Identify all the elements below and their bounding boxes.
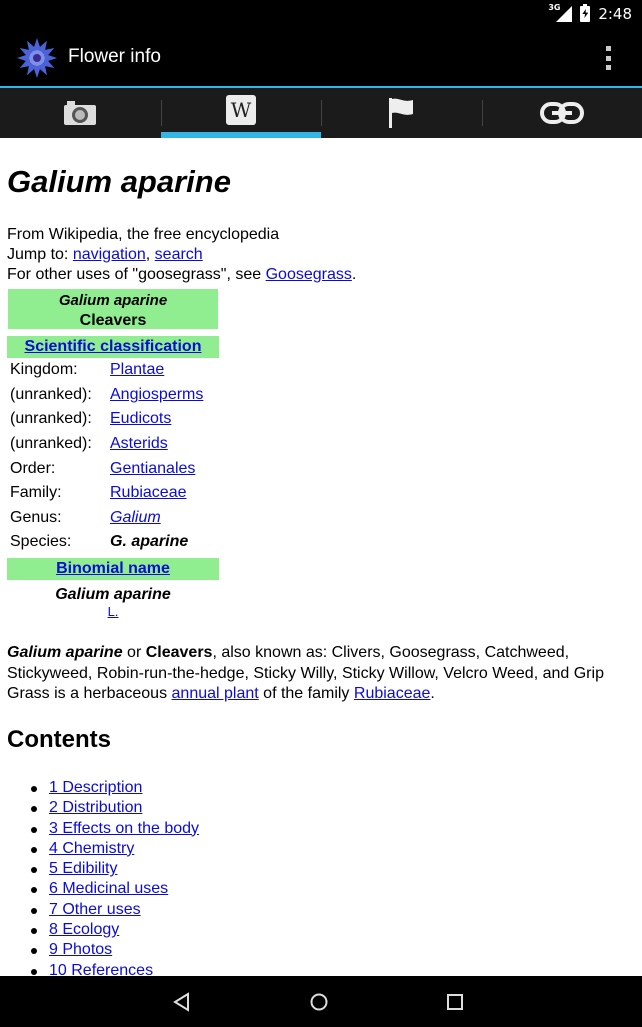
other-uses-line: For other uses of "goosegrass", see Goos… xyxy=(7,266,357,283)
binomial-name: Galium aparine xyxy=(55,585,171,603)
jump-navigation-link[interactable]: navigation xyxy=(73,246,146,263)
toc-link[interactable]: 9 Photos xyxy=(49,941,112,958)
infobox-header: Galium aparine Cleavers xyxy=(6,287,220,331)
toc-item: 10 References xyxy=(30,961,199,976)
infobox-species-name: Galium aparine xyxy=(58,292,168,309)
toc-item: 6 Medicinal uses xyxy=(30,879,199,899)
cornflower-app-icon xyxy=(17,38,57,78)
toc-link[interactable]: 4 Chemistry xyxy=(49,840,134,857)
classification-row: Species: G. aparine xyxy=(7,530,219,555)
classification-row: (unranked): Angiosperms xyxy=(7,383,219,408)
toc-link[interactable]: 3 Effects on the body xyxy=(49,820,199,837)
tab-bar: W xyxy=(0,88,642,138)
jump-to-line: Jump to: navigation, search xyxy=(7,246,203,263)
toc-link[interactable]: 1 Description xyxy=(49,779,142,796)
classification-value: G. aparine xyxy=(110,533,189,551)
classification-value[interactable]: Angiosperms xyxy=(110,386,203,404)
goosegrass-link[interactable]: Goosegrass xyxy=(266,266,352,283)
scientific-classification-header: Scientific classification xyxy=(7,336,219,358)
classification-rank: Family: xyxy=(10,484,62,502)
toc-item: 7 Other uses xyxy=(30,900,199,920)
binomial-name-link[interactable]: Binomial name xyxy=(56,560,170,577)
authority-link[interactable]: L. xyxy=(108,604,119,619)
classification-rank: Kingdom: xyxy=(10,361,78,379)
recents-icon xyxy=(447,994,463,1010)
toc-item: 1 Description xyxy=(30,778,199,798)
toc-link[interactable]: 10 References xyxy=(49,962,153,976)
toc-link[interactable]: 7 Other uses xyxy=(49,901,141,918)
classification-row: Order: Gentianales xyxy=(7,456,219,481)
toc-item: 4 Chemistry xyxy=(30,839,199,859)
classification-rank: Order: xyxy=(10,459,56,477)
back-icon xyxy=(173,992,189,1012)
scientific-classification-link[interactable]: Scientific classification xyxy=(25,338,202,355)
classification-value[interactable]: Asterids xyxy=(110,435,168,453)
back-button[interactable] xyxy=(168,988,196,1016)
battery-icon xyxy=(580,4,591,22)
classification-row: (unranked): Eudicots xyxy=(7,407,219,432)
jump-to-label: Jump to: xyxy=(7,246,69,263)
intro-paragraph: Galium aparine or Cleavers, also known a… xyxy=(7,644,604,702)
toc-item: 9 Photos xyxy=(30,940,199,960)
cell-signal-icon: 3G xyxy=(548,3,573,22)
classification-row: Family: Rubiaceae xyxy=(7,481,219,506)
toc-item: 2 Distribution xyxy=(30,798,199,818)
rubiaceae-link[interactable]: Rubiaceae xyxy=(354,685,431,702)
link-icon xyxy=(539,102,584,124)
classification-rank: (unranked): xyxy=(10,435,92,453)
clock: 2:48 xyxy=(598,5,632,23)
svg-text:W: W xyxy=(230,98,251,122)
tab-link[interactable] xyxy=(481,88,642,138)
article-title: Galium aparine xyxy=(7,164,231,199)
classification-value[interactable]: Galium xyxy=(110,509,161,527)
overflow-menu-icon[interactable] xyxy=(606,46,612,70)
home-icon xyxy=(310,993,328,1011)
toc-item: 3 Effects on the body xyxy=(30,819,199,839)
toc-item: 5 Edibility xyxy=(30,859,199,879)
classification-row: Genus: Galium xyxy=(7,506,219,531)
contents-heading: Contents xyxy=(7,726,111,753)
annual-plant-link[interactable]: annual plant xyxy=(172,685,259,702)
home-button[interactable] xyxy=(305,988,333,1016)
binomial-name-header: Binomial name xyxy=(7,557,219,580)
classification-row: (unranked): Asterids xyxy=(7,432,219,457)
article-view[interactable]: Galium aparine From Wikipedia, the free … xyxy=(0,138,642,976)
classification-rank: (unranked): xyxy=(10,410,92,428)
toc-item: 8 Ecology xyxy=(30,920,199,940)
toc-link[interactable]: 5 Edibility xyxy=(49,860,117,877)
classification-rank: Genus: xyxy=(10,508,62,526)
table-of-contents: 1 Description 2 Distribution 3 Effects on … xyxy=(30,778,199,976)
classification-row: Kingdom: Plantae xyxy=(7,358,219,383)
camera-icon xyxy=(64,101,97,125)
wikipedia-icon: W xyxy=(225,95,256,125)
infobox: Galium aparine Cleavers Scientific class… xyxy=(6,287,220,619)
navigation-bar xyxy=(0,976,642,1027)
tab-wikipedia[interactable]: W xyxy=(160,88,321,138)
app-bar: Flower info xyxy=(0,30,642,88)
toc-link[interactable]: 6 Medicinal uses xyxy=(49,880,168,897)
toc-link[interactable]: 2 Distribution xyxy=(49,799,142,816)
classification-value[interactable]: Eudicots xyxy=(110,410,171,428)
classification-rows: Kingdom: Plantae (unranked): Angiosperms (un… xyxy=(7,358,219,555)
infobox-common-name: Cleavers xyxy=(79,312,147,329)
classification-rank: Species: xyxy=(10,533,72,551)
article-source: From Wikipedia, the free encyclopedia xyxy=(7,226,280,243)
tab-flag[interactable] xyxy=(321,88,482,138)
app-title: Flower info xyxy=(68,46,161,67)
jump-search-link[interactable]: search xyxy=(155,246,203,263)
flag-icon xyxy=(389,98,414,128)
status-bar: 3G 2:48 xyxy=(0,0,642,30)
recents-button[interactable] xyxy=(441,988,469,1016)
classification-rank: (unranked): xyxy=(10,385,92,403)
classification-value[interactable]: Rubiaceae xyxy=(110,484,187,502)
classification-value[interactable]: Gentianales xyxy=(110,460,195,478)
tab-camera[interactable] xyxy=(0,88,161,138)
toc-link[interactable]: 8 Ecology xyxy=(49,921,119,938)
classification-value[interactable]: Plantae xyxy=(110,361,164,379)
